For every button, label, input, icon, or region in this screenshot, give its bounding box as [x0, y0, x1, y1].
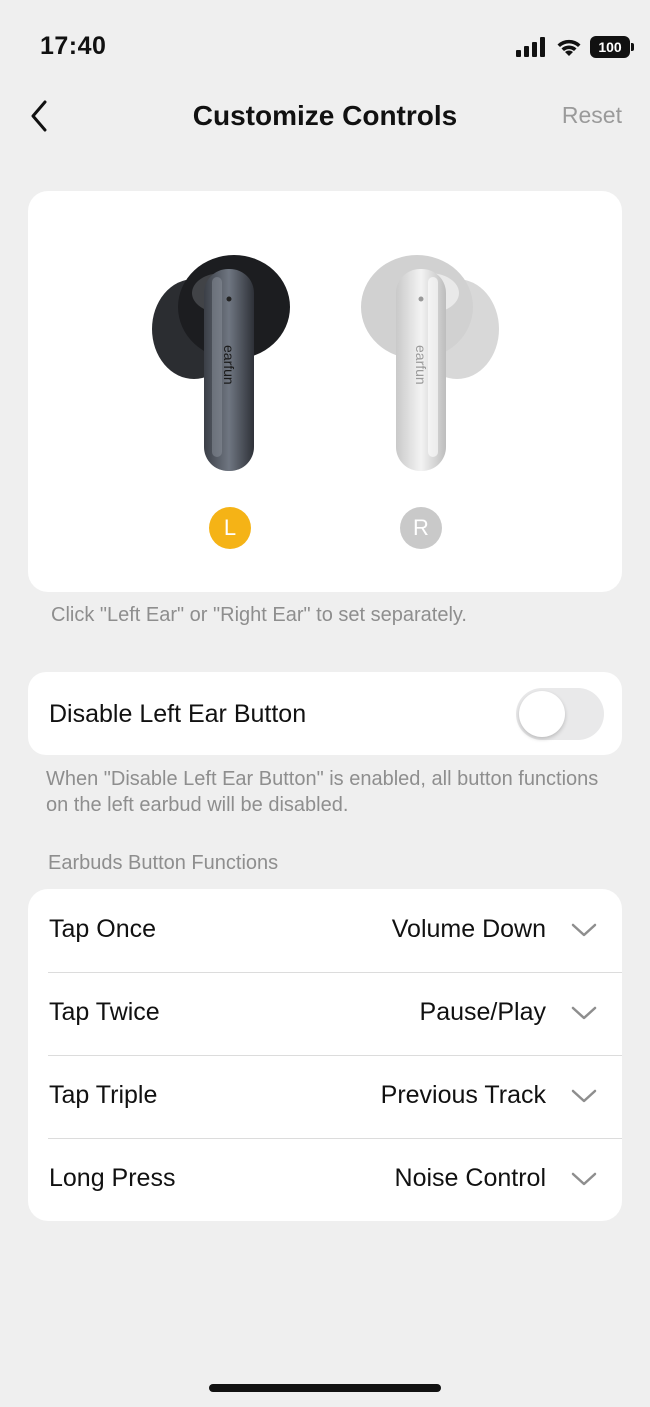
function-label: Tap Once	[49, 915, 157, 943]
earbuds-card: earfun earfun L R	[28, 191, 622, 592]
button-functions-card: Tap Once Volume Down Tap Twice Pause/Pla…	[28, 889, 622, 1221]
hint-text: Click "Left Ear" or "Right Ear" to set s…	[51, 604, 467, 626]
function-row-tap-twice[interactable]: Tap Twice Pause/Play	[28, 972, 622, 1055]
function-label: Tap Twice	[49, 998, 160, 1026]
disable-left-ear-card: Disable Left Ear Button	[28, 672, 622, 755]
chevron-down-icon	[571, 1172, 597, 1186]
disable-left-ear-toggle[interactable]	[516, 688, 604, 740]
toggle-knob	[519, 691, 565, 737]
wifi-icon	[557, 39, 581, 56]
right-earbud-image: earfun	[361, 255, 499, 471]
status-icons: 100	[516, 34, 634, 60]
left-earbud[interactable]: earfun	[152, 255, 297, 480]
function-value: Noise Control	[394, 1164, 546, 1192]
left-earbud-brand: earfun	[221, 345, 237, 385]
chevron-down-icon	[571, 1006, 597, 1020]
signal-icon	[516, 37, 545, 57]
disable-left-ear-label: Disable Left Ear Button	[49, 700, 307, 728]
right-earbud[interactable]: earfun	[354, 255, 499, 480]
function-value: Pause/Play	[419, 998, 546, 1026]
nav-bar: Customize Controls Reset	[0, 90, 650, 142]
function-row-long-press[interactable]: Long Press Noise Control	[28, 1138, 622, 1221]
function-row-tap-triple[interactable]: Tap Triple Previous Track	[28, 1055, 622, 1138]
function-value: Volume Down	[391, 915, 546, 943]
function-label: Long Press	[49, 1164, 176, 1192]
function-value: Previous Track	[380, 1081, 546, 1109]
status-time: 17:40	[40, 32, 107, 60]
status-bar: 17:40 100	[0, 0, 650, 90]
left-ear-badge[interactable]: L	[209, 507, 251, 549]
reset-button[interactable]: Reset	[562, 102, 622, 129]
function-label: Tap Triple	[49, 1081, 158, 1109]
home-indicator[interactable]	[209, 1384, 441, 1392]
function-row-tap-once[interactable]: Tap Once Volume Down	[28, 889, 622, 972]
disable-description: When "Disable Left Ear Button" is enable…	[46, 768, 599, 816]
section-header: Earbuds Button Functions	[48, 852, 279, 874]
chevron-down-icon	[571, 1089, 597, 1103]
page-title: Customize Controls	[192, 100, 458, 131]
right-earbud-brand: earfun	[413, 345, 429, 385]
battery-icon: 100	[590, 36, 634, 58]
right-ear-badge[interactable]: R	[400, 507, 442, 549]
left-earbud-image: earfun	[152, 255, 290, 471]
chevron-down-icon	[571, 923, 597, 937]
